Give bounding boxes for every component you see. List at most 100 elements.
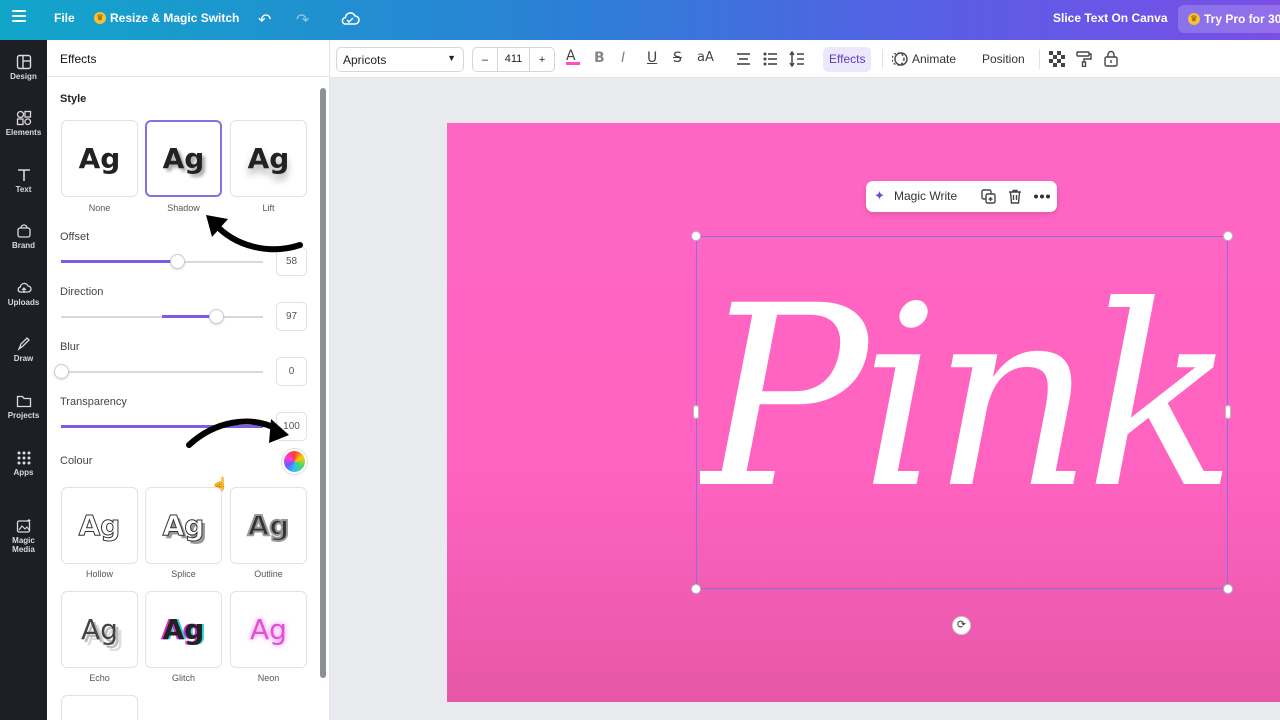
style-caption: Splice <box>171 569 196 579</box>
rail-item-brand[interactable]: Brand <box>0 223 47 250</box>
transparency-label: Transparency <box>60 396 127 408</box>
style-hollow-tile[interactable]: Ag <box>61 487 138 564</box>
style-sample: Ag <box>78 509 121 543</box>
position-button[interactable]: Position <box>982 52 1025 66</box>
style-outline-tile[interactable]: Ag <box>230 487 307 564</box>
transparency-icon[interactable] <box>1049 51 1065 67</box>
font-size-input[interactable]: 411 <box>496 48 531 71</box>
animate-icon[interactable] <box>892 51 908 67</box>
style-sample: Ag <box>250 613 287 646</box>
more-options-icon[interactable] <box>1034 194 1050 199</box>
style-caption: None <box>88 203 111 213</box>
style-none-tile[interactable]: Ag <box>61 120 138 197</box>
style-neon-tile[interactable]: Ag <box>230 591 307 668</box>
effects-button[interactable]: Effects <box>823 47 872 72</box>
chevron-down-icon: ▼ <box>447 53 456 63</box>
resize-label: Resize & Magic Switch <box>110 11 240 25</box>
slider-knob[interactable] <box>170 254 185 269</box>
rail-item-uploads[interactable]: Uploads <box>0 280 47 307</box>
strikethrough-icon[interactable]: S <box>673 50 682 66</box>
document-title[interactable]: Slice Text On Canva <box>1053 11 1168 25</box>
menu-icon[interactable] <box>12 10 26 24</box>
slider-knob[interactable] <box>209 309 224 324</box>
style-lift-tile[interactable]: Ag <box>230 120 307 197</box>
cloud-upload-icon <box>17 282 32 293</box>
rail-item-projects[interactable]: Projects <box>0 393 47 420</box>
slider-knob[interactable] <box>54 364 69 379</box>
paint-roller-icon[interactable] <box>1076 51 1092 67</box>
trash-icon[interactable] <box>1008 189 1022 204</box>
rail-item-elements[interactable]: Elements <box>0 110 47 137</box>
offset-label: Offset <box>60 231 90 243</box>
rail-label: Draw <box>13 354 34 363</box>
direction-value-input[interactable]: 97 <box>276 302 307 331</box>
style-heading: Style <box>60 93 87 105</box>
redo-icon[interactable]: ↷ <box>296 10 309 30</box>
rail-item-apps[interactable]: Apps <box>0 450 47 477</box>
blur-value-input[interactable]: 0 <box>276 357 307 386</box>
magic-wand-icon: ✦ <box>874 188 885 203</box>
rail-item-design[interactable]: Design <box>0 54 47 81</box>
italic-icon[interactable]: I <box>621 50 625 66</box>
increase-size-button[interactable]: + <box>530 54 554 66</box>
try-pro-label: Try Pro for 30 <box>1204 12 1280 26</box>
direction-label: Direction <box>60 286 104 298</box>
lock-icon[interactable] <box>1103 50 1119 67</box>
brand-icon <box>16 224 31 238</box>
font-size-stepper[interactable]: – 411 + <box>472 47 555 72</box>
layout-icon <box>16 54 31 70</box>
resize-handle[interactable] <box>691 231 701 241</box>
letter-case-icon[interactable]: aA <box>697 50 714 65</box>
resize-handle[interactable] <box>693 405 699 419</box>
panel-scrollbar[interactable] <box>320 88 326 678</box>
rail-label: Design <box>10 72 37 81</box>
crown-icon: ♛ <box>1188 13 1200 25</box>
blur-label: Blur <box>60 341 80 353</box>
cloud-sync-icon[interactable] <box>340 9 360 29</box>
rail-label: Elements <box>5 128 42 137</box>
style-shadow-tile[interactable]: Ag <box>145 120 222 197</box>
decrease-size-button[interactable]: – <box>473 54 497 66</box>
style-glitch-tile[interactable]: Ag <box>145 591 222 668</box>
style-echo-tile[interactable]: Ag <box>61 591 138 668</box>
blur-slider[interactable] <box>54 364 263 379</box>
bold-icon[interactable]: B <box>594 50 605 66</box>
resize-magic-switch-button[interactable]: ♛ Resize & Magic Switch <box>94 11 239 25</box>
rail-item-draw[interactable]: Draw <box>0 336 47 363</box>
pen-icon <box>17 337 30 351</box>
resize-handle[interactable] <box>691 584 701 594</box>
rail-label: Text <box>15 185 32 194</box>
font-family-select[interactable]: Apricots ▼ <box>336 47 464 72</box>
list-icon[interactable] <box>763 52 778 66</box>
effects-panel: Effects Style Ag None Ag Shadow Ag Lift … <box>47 40 330 720</box>
style-caption: Echo <box>89 673 110 683</box>
rail-item-magic-media[interactable]: Magic Media <box>0 518 47 554</box>
rotate-handle-icon[interactable]: ⟳ <box>952 616 971 635</box>
rail-label: Apps <box>13 468 34 477</box>
magic-media-icon <box>16 519 30 533</box>
text-color-icon[interactable]: A <box>566 48 580 65</box>
style-splice-tile[interactable]: Ag <box>145 487 222 564</box>
duplicate-icon[interactable] <box>981 189 996 204</box>
direction-slider[interactable] <box>61 309 263 324</box>
align-center-icon[interactable] <box>736 52 751 66</box>
file-menu-button[interactable]: File <box>54 11 75 25</box>
style-sample: Ag <box>247 142 290 175</box>
animate-button[interactable]: Animate <box>912 52 956 66</box>
rail-label: Uploads <box>7 298 40 307</box>
resize-handle[interactable] <box>1223 584 1233 594</box>
style-more-tile[interactable] <box>61 695 138 720</box>
spacing-icon[interactable] <box>789 51 805 67</box>
style-sample: Ag <box>78 142 121 175</box>
resize-handle[interactable] <box>1223 231 1233 241</box>
resize-handle[interactable] <box>1225 405 1231 419</box>
underline-icon[interactable]: U <box>647 50 657 66</box>
rail-item-text[interactable]: Text <box>0 167 47 194</box>
crown-icon: ♛ <box>94 12 106 24</box>
try-pro-button[interactable]: ♛ Try Pro for 30 <box>1178 5 1280 33</box>
magic-write-button[interactable]: Magic Write <box>894 189 957 203</box>
element-context-toolbar: ✦ Magic Write <box>866 181 1057 212</box>
folder-icon <box>16 395 31 408</box>
slider-fill <box>162 315 216 318</box>
undo-icon[interactable]: ↶ <box>258 10 271 30</box>
